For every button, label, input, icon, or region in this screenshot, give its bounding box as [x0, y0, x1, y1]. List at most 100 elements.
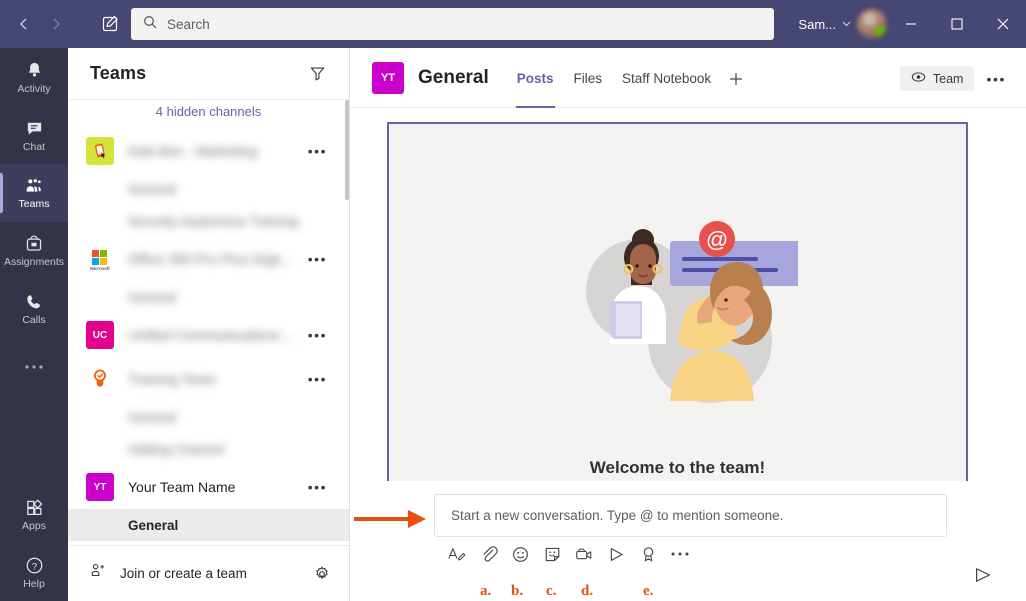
chat-icon	[24, 118, 45, 139]
team-avatar: UC	[86, 321, 114, 349]
navigation-arrows	[8, 8, 72, 40]
list-item[interactable]: YT Your Team Name •••	[68, 465, 349, 509]
plus-icon[interactable]	[721, 50, 751, 108]
meet-now-video-icon[interactable]	[568, 540, 600, 568]
sidebar-item-apps[interactable]: Apps	[0, 485, 68, 543]
page-title: General	[418, 66, 489, 88]
minimize-button[interactable]	[888, 0, 934, 48]
annotation-letter-a: a.	[480, 583, 492, 599]
bell-icon	[24, 60, 45, 81]
search-input[interactable]: Search	[131, 8, 774, 40]
app-rail: Activity Chat Teams Assignments Calls Ap…	[0, 48, 68, 601]
sidebar-item-calls[interactable]: Calls	[0, 280, 68, 338]
sticker-icon[interactable]	[536, 540, 568, 568]
sidebar-item-label: Help	[23, 577, 45, 590]
list-item[interactable]: Adding Channel	[68, 433, 349, 465]
list-item[interactable]: UC Unified Communications ... •••	[68, 313, 349, 357]
sidebar-item-help[interactable]: ? Help	[0, 543, 68, 601]
teams-app-window: Search Sam... Activity Chat Teams Assign…	[0, 0, 1026, 601]
team-avatar-initials: UC	[92, 329, 108, 341]
channel-name: General	[128, 517, 179, 533]
close-button[interactable]	[980, 0, 1026, 48]
phone-icon	[24, 292, 44, 312]
sidebar-item-chat[interactable]: Chat	[0, 106, 68, 164]
sidebar-item-label: Apps	[22, 519, 46, 532]
person-add-icon[interactable]	[90, 562, 108, 585]
sidebar-item-label: Teams	[18, 198, 50, 211]
apps-icon	[24, 497, 45, 518]
maximize-button[interactable]	[934, 0, 980, 48]
gear-icon[interactable]	[313, 565, 331, 583]
more-horizontal-icon	[23, 364, 45, 370]
composer-toolbar	[440, 540, 696, 568]
team-button[interactable]: Team	[899, 66, 975, 91]
more-horizontal-icon[interactable]	[664, 540, 696, 568]
new-chat-icon[interactable]	[94, 8, 128, 40]
team-avatar	[86, 137, 114, 165]
message-placeholder: Start a new conversation. Type @ to ment…	[451, 508, 784, 523]
welcome-card: @ Welcome to the team!	[387, 122, 968, 481]
annotation-letter-d: d.	[581, 583, 594, 599]
page-title: Teams	[90, 63, 147, 83]
channel-avatar-initials: YT	[380, 71, 396, 84]
more-horizontal-icon[interactable]: •••	[978, 67, 1014, 91]
channel-name: General	[128, 409, 177, 425]
channel-avatar: YT	[372, 61, 404, 94]
forward-button[interactable]	[40, 8, 72, 40]
praise-icon[interactable]	[632, 540, 664, 568]
join-or-create-team-button[interactable]: Join or create a team	[120, 566, 247, 581]
list-item[interactable]: Training Team •••	[68, 357, 349, 401]
list-item[interactable]: General	[68, 173, 349, 205]
tab-staff-notebook[interactable]: Staff Notebook	[612, 50, 721, 108]
main-content: YT General Posts Files Staff Notebook Te…	[350, 48, 1026, 601]
attach-paperclip-icon[interactable]	[472, 540, 504, 568]
annotation-letter-e: e.	[643, 583, 654, 599]
tab-label: Files	[573, 71, 603, 86]
team-name: Training Team	[128, 371, 216, 387]
list-item[interactable]: General	[68, 281, 349, 313]
back-button[interactable]	[8, 8, 40, 40]
team-avatar-initials: YT	[93, 481, 107, 493]
emoji-icon[interactable]	[504, 540, 536, 568]
teams-list[interactable]: 4 hidden channels Kids Box - Marketing •…	[68, 100, 349, 545]
channel-name: General	[128, 289, 177, 305]
team-avatar: Microsoft	[86, 245, 114, 273]
filter-icon[interactable]	[305, 62, 329, 86]
search-icon	[143, 15, 157, 34]
sidebar-item-assignments[interactable]: Assignments	[0, 222, 68, 280]
eye-icon	[911, 71, 926, 86]
channel-tabs: Posts Files Staff Notebook	[507, 48, 751, 108]
message-input[interactable]: Start a new conversation. Type @ to ment…	[434, 494, 947, 537]
list-item[interactable]: Security Awareness Training	[68, 205, 349, 237]
tab-label: Staff Notebook	[622, 71, 712, 86]
team-avatar	[86, 365, 114, 393]
sidebar-item-label: Assignments	[3, 256, 65, 269]
list-item[interactable]: Kids Box - Marketing •••	[68, 129, 349, 173]
sidebar-footer: Join or create a team	[68, 545, 349, 601]
message-composer: Start a new conversation. Type @ to ment…	[350, 487, 1026, 601]
format-text-icon[interactable]	[440, 540, 472, 568]
sidebar-item-teams[interactable]: Teams	[0, 164, 68, 222]
list-item[interactable]: General	[68, 401, 349, 433]
chevron-down-icon	[842, 19, 851, 29]
tab-posts[interactable]: Posts	[507, 50, 564, 108]
sidebar-item-activity[interactable]: Activity	[0, 48, 68, 106]
help-circle-icon: ?	[24, 555, 45, 576]
title-bar: Search Sam...	[0, 0, 1026, 48]
team-name: Kids Box - Marketing	[128, 143, 258, 159]
hidden-channels-link[interactable]: 4 hidden channels	[68, 100, 349, 129]
sidebar-item-label: Chat	[22, 140, 46, 153]
tab-files[interactable]: Files	[564, 50, 613, 108]
list-item[interactable]: General	[68, 509, 349, 541]
send-icon[interactable]	[968, 561, 998, 589]
list-item[interactable]: Microsoft Office 365 Pro Plus Digit... •…	[68, 237, 349, 281]
rail-more-button[interactable]	[0, 338, 68, 396]
team-name: Unified Communications ...	[128, 327, 296, 343]
teams-sidebar-header: Teams	[68, 48, 349, 100]
channel-name: General	[128, 181, 177, 197]
stream-icon[interactable]	[600, 540, 632, 568]
avatar[interactable]	[857, 9, 887, 39]
assignments-icon	[24, 234, 44, 254]
tab-label: Posts	[516, 71, 554, 86]
user-menu[interactable]: Sam...	[798, 0, 851, 48]
